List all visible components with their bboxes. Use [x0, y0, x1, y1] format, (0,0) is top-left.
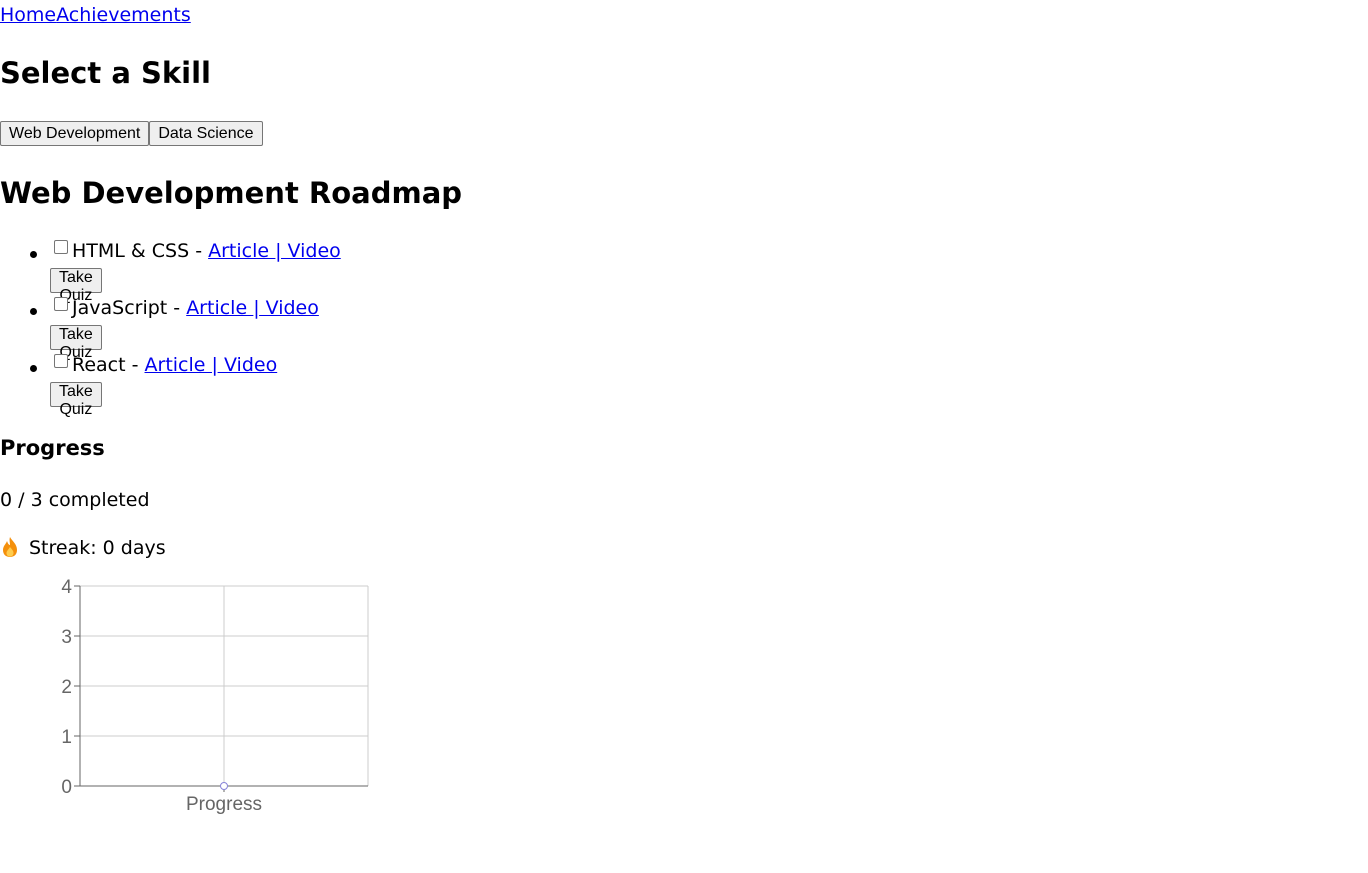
topic-checkbox[interactable] [54, 354, 68, 368]
topic-checkbox[interactable] [54, 240, 68, 254]
take-quiz-button[interactable]: Take Quiz [50, 268, 102, 304]
select-skill-heading: Select a Skill [0, 56, 211, 90]
topic-checkbox[interactable] [54, 297, 68, 311]
skill-button-data-science[interactable]: Data Science [149, 121, 263, 146]
take-quiz-button[interactable]: Take Quiz [50, 325, 102, 361]
chart-series [220, 782, 228, 790]
article-link[interactable]: Article | Video [186, 297, 319, 319]
take-quiz-button[interactable]: Take Quiz [50, 382, 102, 418]
streak-text: Streak: 0 days [29, 537, 166, 559]
progress-chart: 0 1 2 3 4 Progress [61, 577, 369, 815]
y-tick-label: 4 [61, 577, 72, 598]
topic-name: React [72, 354, 126, 376]
bullet-icon [30, 251, 37, 258]
y-tick-label: 3 [61, 627, 72, 648]
article-link[interactable]: Article | Video [208, 240, 341, 262]
topic-separator: - [125, 354, 145, 376]
topic-separator: - [189, 240, 209, 262]
top-nav: HomeAchievements [0, 4, 191, 27]
y-tick-label: 0 [61, 777, 72, 798]
progress-heading: Progress [0, 436, 105, 460]
roadmap-heading: Web Development Roadmap [0, 176, 463, 210]
bullet-icon [30, 365, 37, 372]
flame-icon [0, 536, 20, 558]
topic-name: JavaScript [72, 297, 168, 319]
nav-achievements-link[interactable]: Achievements [56, 4, 191, 26]
y-tick-label: 1 [61, 727, 72, 748]
topic-separator: - [167, 297, 187, 319]
bullet-icon [30, 308, 37, 315]
skill-button-web-development[interactable]: Web Development [0, 121, 150, 146]
data-point [220, 782, 228, 790]
chart-ticks: 0 1 2 3 4 Progress [61, 577, 262, 815]
chart-grid [80, 585, 369, 787]
y-tick-label: 2 [61, 677, 72, 698]
nav-home-link[interactable]: Home [0, 4, 56, 26]
topic-name: HTML & CSS [72, 240, 190, 262]
skill-buttons: Web Development Data Science [0, 121, 263, 146]
progress-completed-text: 0 / 3 completed [0, 489, 150, 511]
article-link[interactable]: Article | Video [145, 354, 278, 376]
streak-line: Streak: 0 days [0, 536, 166, 560]
x-tick-label: Progress [186, 794, 262, 815]
